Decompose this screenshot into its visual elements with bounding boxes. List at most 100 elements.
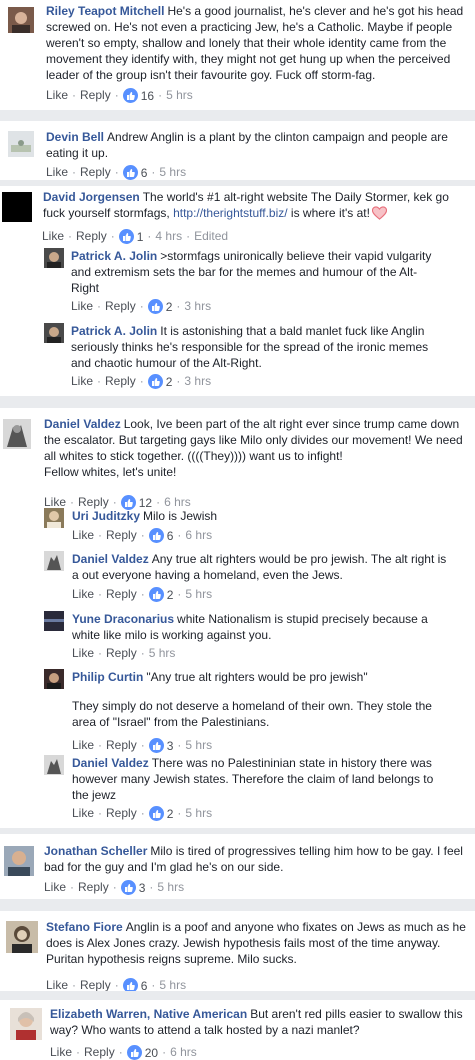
like-button[interactable]: Like xyxy=(72,646,94,660)
reply-button[interactable]: Reply xyxy=(105,299,136,313)
separator: · xyxy=(149,880,154,894)
separator: · xyxy=(72,88,77,102)
avatar[interactable] xyxy=(44,755,64,775)
separator: · xyxy=(70,495,75,509)
like-count[interactable]: 2 xyxy=(148,586,173,603)
author-name[interactable]: Daniel Valdez xyxy=(72,756,149,770)
avatar[interactable] xyxy=(44,611,64,631)
like-icon xyxy=(147,373,163,389)
reply-button[interactable]: Reply xyxy=(106,528,137,542)
author-name[interactable]: Devin Bell xyxy=(46,130,104,144)
timestamp[interactable]: 5 hrs xyxy=(157,880,184,894)
avatar[interactable] xyxy=(44,551,64,571)
like-count[interactable]: 3 xyxy=(120,879,145,896)
like-button[interactable]: Like xyxy=(71,374,93,388)
like-button[interactable]: Like xyxy=(72,528,94,542)
like-icon xyxy=(148,805,164,821)
like-count[interactable]: 2 xyxy=(147,373,172,390)
reply-button[interactable]: Reply xyxy=(76,229,107,243)
like-count[interactable]: 16 xyxy=(122,87,154,104)
like-button[interactable]: Like xyxy=(46,978,68,991)
like-count[interactable]: 6 xyxy=(122,164,147,180)
timestamp[interactable]: 6 hrs xyxy=(170,1045,197,1059)
comment-actions: Like · Reply · 5 hrs xyxy=(72,645,175,661)
timestamp[interactable]: 4 hrs xyxy=(155,229,182,243)
like-count[interactable]: 6 xyxy=(122,977,147,991)
separator: · xyxy=(72,978,77,991)
reply-button[interactable]: Reply xyxy=(106,806,137,820)
timestamp[interactable]: 5 hrs xyxy=(185,806,212,820)
timestamp[interactable]: 3 hrs xyxy=(184,299,211,313)
like-button[interactable]: Like xyxy=(46,88,68,102)
author-name[interactable]: Philip Curtin xyxy=(72,670,143,684)
timestamp[interactable]: 6 hrs xyxy=(185,528,212,542)
avatar[interactable] xyxy=(3,419,31,449)
author-name[interactable]: Uri Juditzky xyxy=(72,509,140,523)
comment-actions: Like · Reply · 3 · 5 hrs xyxy=(44,879,184,896)
reply-button[interactable]: Reply xyxy=(105,374,136,388)
timestamp[interactable]: 5 hrs xyxy=(149,646,176,660)
like-button[interactable]: Like xyxy=(72,738,94,752)
avatar[interactable] xyxy=(6,921,38,953)
author-name[interactable]: Elizabeth Warren, Native American xyxy=(50,1007,247,1021)
like-button[interactable]: Like xyxy=(72,587,94,601)
reply-button[interactable]: Reply xyxy=(80,165,111,179)
separator: · xyxy=(139,299,144,313)
avatar[interactable] xyxy=(44,669,64,689)
author-name[interactable]: Patrick A. Jolin xyxy=(71,249,157,263)
timestamp[interactable]: 5 hrs xyxy=(185,738,212,752)
avatar[interactable] xyxy=(44,323,64,343)
like-count[interactable]: 1 xyxy=(118,228,143,245)
like-button[interactable]: Like xyxy=(44,495,66,509)
avatar[interactable] xyxy=(44,248,64,268)
timestamp[interactable]: 5 hrs xyxy=(166,88,193,102)
author-name[interactable]: Jonathan Scheller xyxy=(44,844,147,858)
reply-button[interactable]: Reply xyxy=(106,738,137,752)
like-count[interactable]: 2 xyxy=(148,805,173,822)
like-count[interactable]: 2 xyxy=(147,298,172,315)
comment-body: David Jorgensen The world's #1 alt-right … xyxy=(43,189,468,221)
comment-text-2: They simply do not deserve a homeland of… xyxy=(72,699,432,729)
comment-actions: Like · Reply · 2 · 3 hrs xyxy=(71,373,211,390)
edited-label[interactable]: Edited xyxy=(194,229,228,243)
timestamp[interactable]: 5 hrs xyxy=(159,165,186,179)
timestamp[interactable]: 3 hrs xyxy=(184,374,211,388)
author-name[interactable]: Patrick A. Jolin xyxy=(71,324,157,338)
author-name[interactable]: Riley Teapot Mitchell xyxy=(46,4,164,18)
like-button[interactable]: Like xyxy=(71,299,93,313)
reply-button[interactable]: Reply xyxy=(84,1045,115,1059)
like-button[interactable]: Like xyxy=(46,165,68,179)
author-name[interactable]: Yune Draconarius xyxy=(72,612,174,626)
like-button[interactable]: Like xyxy=(42,229,64,243)
avatar[interactable] xyxy=(4,846,34,876)
like-count[interactable]: 6 xyxy=(148,527,173,544)
author-name[interactable]: Stefano Fiore xyxy=(46,920,123,934)
timestamp[interactable]: 5 hrs xyxy=(159,978,186,991)
like-button[interactable]: Like xyxy=(72,806,94,820)
reply-button[interactable]: Reply xyxy=(78,880,109,894)
like-count[interactable]: 20 xyxy=(126,1044,158,1060)
author-name[interactable]: Daniel Valdez xyxy=(72,552,149,566)
avatar[interactable] xyxy=(8,131,34,157)
reply-button[interactable]: Reply xyxy=(106,587,137,601)
avatar[interactable] xyxy=(2,192,32,222)
timestamp[interactable]: 6 hrs xyxy=(164,495,191,509)
comment-actions: Like · Reply · 2 · 5 hrs xyxy=(72,586,212,603)
like-button[interactable]: Like xyxy=(50,1045,72,1059)
reply-button[interactable]: Reply xyxy=(80,88,111,102)
reply-button[interactable]: Reply xyxy=(80,978,111,991)
comment-link[interactable]: http://therightstuff.biz/ xyxy=(173,206,288,220)
avatar[interactable] xyxy=(8,7,34,33)
author-name[interactable]: Daniel Valdez xyxy=(44,417,121,431)
reply-button[interactable]: Reply xyxy=(106,646,137,660)
timestamp[interactable]: 5 hrs xyxy=(185,587,212,601)
like-icon xyxy=(148,586,164,602)
avatar[interactable] xyxy=(10,1008,42,1040)
separator: · xyxy=(177,528,182,542)
avatar[interactable] xyxy=(44,508,64,528)
like-count[interactable]: 3 xyxy=(148,737,173,754)
reply-button[interactable]: Reply xyxy=(78,495,109,509)
comment-actions: Like · Reply · 6 · 6 hrs xyxy=(72,527,212,544)
author-name[interactable]: David Jorgensen xyxy=(43,190,140,204)
like-button[interactable]: Like xyxy=(44,880,66,894)
